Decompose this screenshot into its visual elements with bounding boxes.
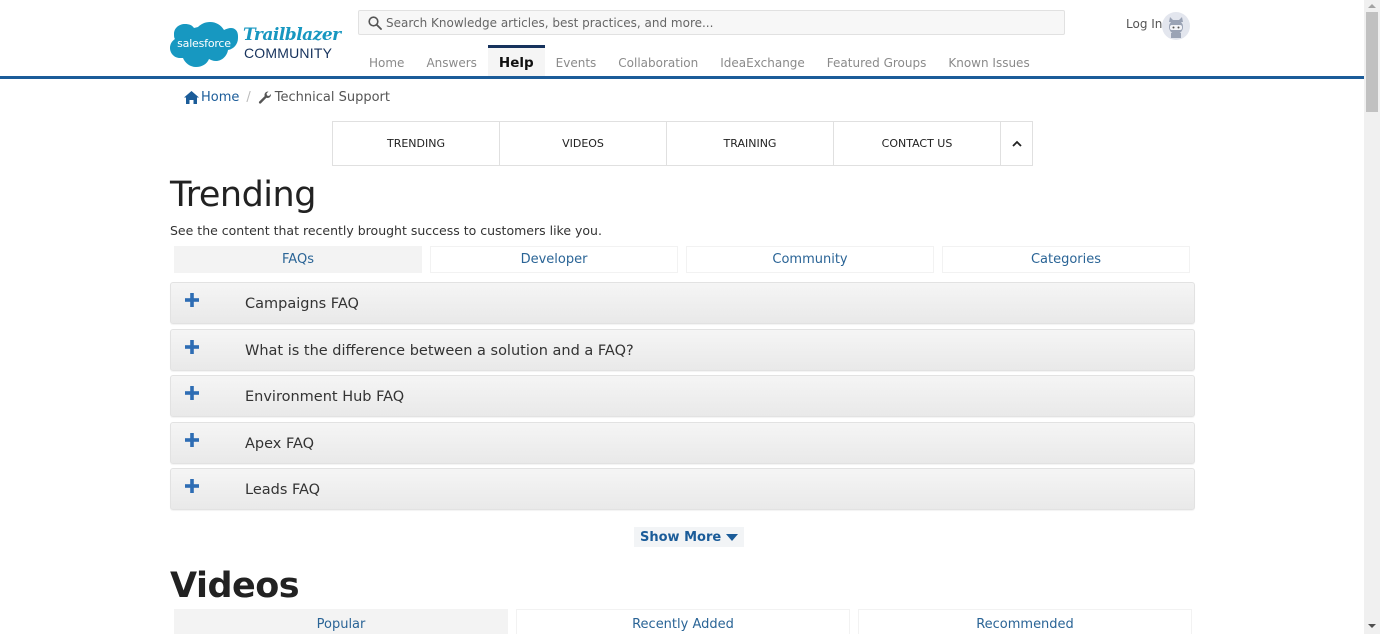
faq-title: Apex FAQ	[245, 435, 315, 452]
caret-down-icon	[726, 533, 739, 541]
faq-item[interactable]: Environment Hub FAQ	[170, 375, 1195, 417]
nav-item-answers[interactable]: Answers	[415, 45, 487, 76]
plus-icon	[185, 479, 199, 493]
faq-item[interactable]: What is the difference between a solutio…	[170, 328, 1195, 371]
videos-heading: Videos	[170, 566, 300, 606]
breadcrumb-separator: /	[246, 90, 251, 105]
search-box	[358, 10, 1065, 35]
salesforce-cloud-icon: salesforce	[170, 22, 238, 69]
scroll-up-arrow-icon[interactable]	[1368, 4, 1376, 8]
nav-item-featured-groups[interactable]: Featured Groups	[816, 45, 938, 76]
tab-categories[interactable]: Categories	[942, 246, 1190, 273]
main-nav: Home Answers Help Events Collaboration I…	[358, 45, 1041, 76]
plus-icon	[185, 339, 199, 354]
breadcrumb-current: Technical Support	[258, 90, 390, 105]
faq-list: Campaigns FAQ What is the difference bet…	[170, 282, 1195, 515]
section-nav-training[interactable]: TRAINING	[667, 122, 834, 165]
nav-item-collaboration[interactable]: Collaboration	[607, 45, 709, 76]
tab-recently-added[interactable]: Recently Added	[516, 609, 850, 634]
chevron-up-icon	[1011, 140, 1022, 147]
faq-item[interactable]: Campaigns FAQ	[170, 282, 1195, 324]
tab-community[interactable]: Community	[686, 246, 934, 273]
faq-item[interactable]: Leads FAQ	[170, 468, 1195, 510]
site-header: salesforce Trailblazer COMMUNITY Home An…	[0, 0, 1364, 79]
tab-popular[interactable]: Popular	[174, 609, 508, 634]
breadcrumb: Home / Technical Support	[184, 90, 390, 105]
videos-tabs: Popular Recently Added Recommended	[174, 609, 1192, 634]
section-nav: TRENDING VIDEOS TRAINING CONTACT US	[332, 121, 1033, 166]
search-icon	[368, 16, 382, 30]
nav-item-ideaexchange[interactable]: IdeaExchange	[709, 45, 816, 76]
plus-icon	[185, 386, 199, 400]
show-more-label: Show More	[640, 529, 722, 545]
trailblazer-wordmark: Trailblazer	[243, 25, 341, 45]
section-nav-trending[interactable]: TRENDING	[333, 122, 500, 165]
community-wordmark: COMMUNITY	[244, 45, 333, 61]
tab-faqs[interactable]: FAQs	[174, 246, 422, 273]
tab-recommended[interactable]: Recommended	[858, 609, 1192, 634]
section-nav-contact-us[interactable]: CONTACT US	[834, 122, 1001, 165]
login-link[interactable]: Log In	[1126, 17, 1162, 31]
nav-item-events[interactable]: Events	[545, 45, 608, 76]
faq-title: Leads FAQ	[245, 482, 321, 498]
section-nav-collapse-button[interactable]	[1001, 122, 1032, 165]
plus-icon	[185, 432, 199, 447]
faq-title: Environment Hub FAQ	[245, 389, 405, 405]
faq-title: What is the difference between a solutio…	[245, 342, 634, 359]
breadcrumb-home-label: Home	[201, 90, 240, 105]
section-nav-videos[interactable]: VIDEOS	[500, 122, 667, 165]
wrench-icon	[258, 90, 271, 104]
trailblazer-community-logo[interactable]: salesforce Trailblazer COMMUNITY	[170, 22, 341, 70]
scroll-down-arrow-icon[interactable]	[1368, 624, 1376, 628]
trending-tabs: FAQs Developer Community Categories	[174, 246, 1190, 273]
search-input[interactable]	[386, 11, 1056, 34]
nav-item-help[interactable]: Help	[487, 45, 545, 76]
tab-developer[interactable]: Developer	[430, 246, 678, 273]
nav-item-home[interactable]: Home	[358, 45, 415, 76]
show-more-button[interactable]: Show More	[634, 527, 745, 547]
breadcrumb-current-label: Technical Support	[274, 90, 390, 105]
guest-avatar-icon[interactable]	[1162, 12, 1190, 40]
nav-item-known-issues[interactable]: Known Issues	[937, 45, 1040, 76]
home-icon	[184, 91, 199, 104]
scrollbar-thumb[interactable]	[1366, 12, 1378, 112]
trending-subtitle: See the content that recently brought su…	[170, 223, 602, 238]
page-scrollbar[interactable]	[1364, 0, 1380, 634]
breadcrumb-home-link[interactable]: Home	[184, 90, 239, 105]
faq-item[interactable]: Apex FAQ	[170, 421, 1195, 464]
trending-heading: Trending	[170, 175, 316, 215]
plus-icon	[185, 293, 199, 307]
faq-title: Campaigns FAQ	[245, 296, 359, 312]
salesforce-wordmark: salesforce	[177, 37, 231, 50]
